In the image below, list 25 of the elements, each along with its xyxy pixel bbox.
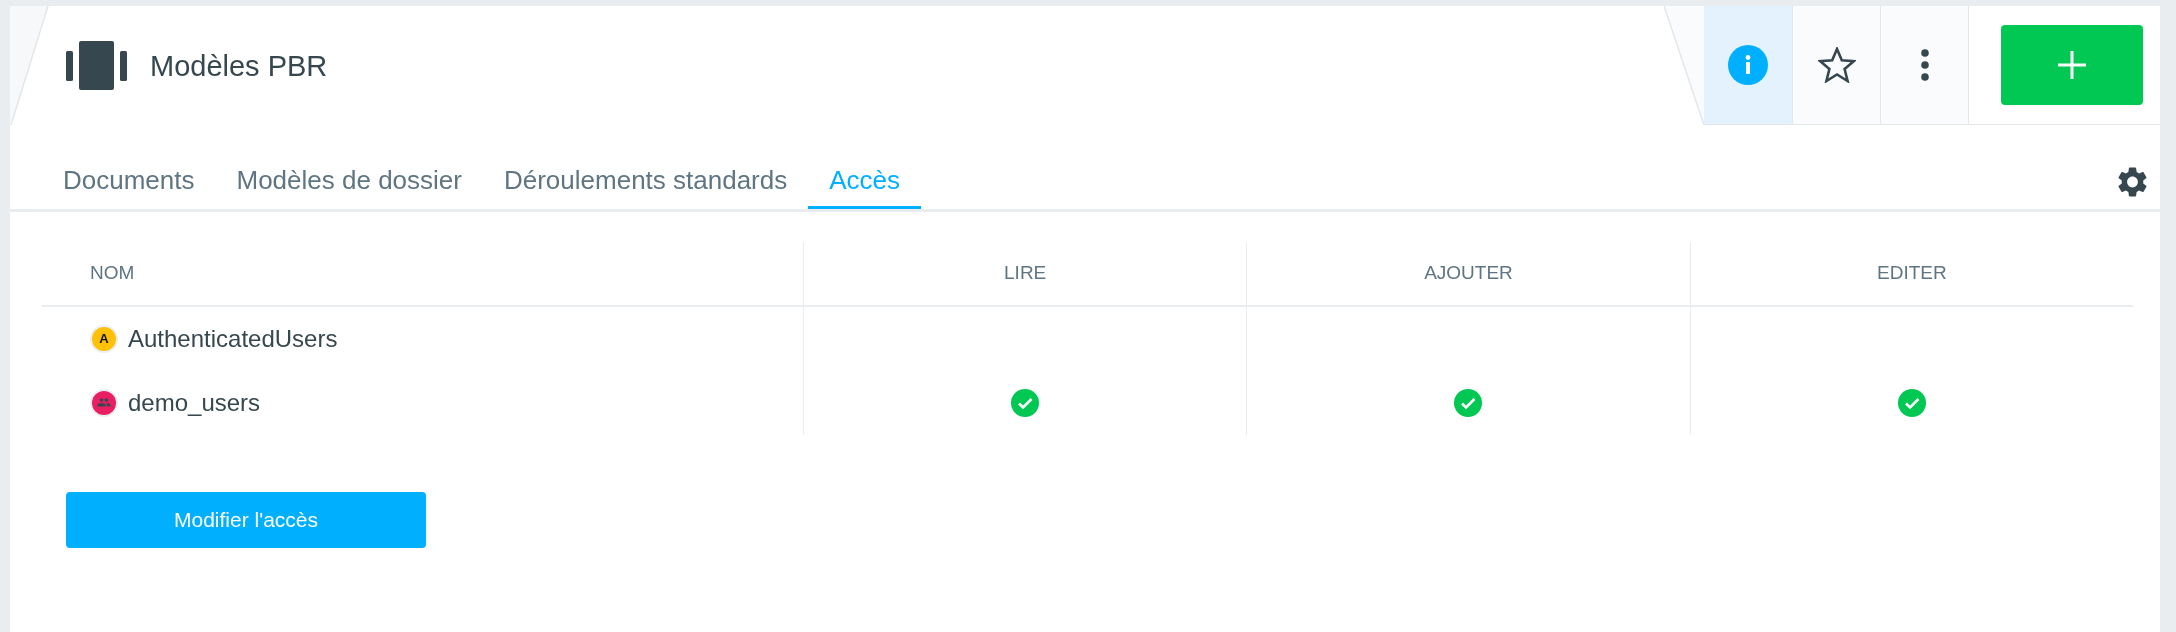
check-circle-icon bbox=[1897, 389, 1926, 417]
star-icon bbox=[1817, 47, 1856, 83]
group-name: AuthenticatedUsers bbox=[128, 324, 338, 354]
page-title: Modèles PBR bbox=[150, 48, 328, 83]
edit-access-button[interactable]: Modifier l'accès bbox=[66, 492, 426, 548]
more-icon bbox=[1920, 49, 1929, 81]
settings-icon[interactable] bbox=[2118, 167, 2147, 197]
column-header: EDITER bbox=[1877, 261, 1947, 286]
tab[interactable]: Accès bbox=[808, 165, 922, 209]
tab[interactable]: Déroulements standards bbox=[482, 165, 809, 209]
avatar: A bbox=[90, 325, 118, 353]
tab[interactable]: Modèles de dossier bbox=[215, 165, 483, 209]
book-icon bbox=[66, 41, 127, 90]
column-header: LIRE bbox=[1004, 261, 1047, 286]
column-header: NOM bbox=[90, 261, 135, 286]
tab[interactable]: Documents bbox=[42, 165, 216, 209]
favorite-button[interactable] bbox=[1792, 6, 1880, 124]
column-header: AJOUTER bbox=[1424, 261, 1513, 286]
add-button[interactable] bbox=[2001, 25, 2143, 105]
info-icon bbox=[1728, 45, 1768, 85]
group-name: demo_users bbox=[128, 388, 261, 418]
check-circle-icon bbox=[1454, 389, 1483, 417]
group-avatar-icon bbox=[90, 389, 118, 417]
check-circle-icon bbox=[1011, 389, 1040, 417]
plus-icon bbox=[2058, 51, 2086, 79]
